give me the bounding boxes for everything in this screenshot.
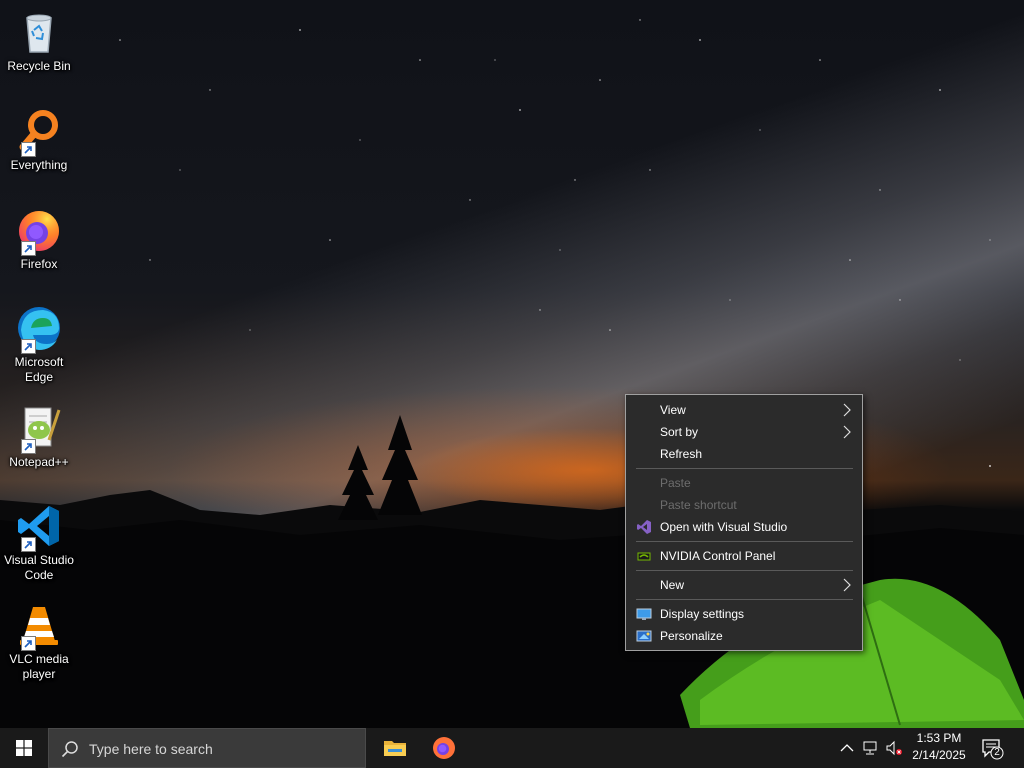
action-center-button[interactable]: 2 — [980, 736, 1004, 760]
desktop-icon-visual-studio-code[interactable]: Visual Studio Code — [0, 502, 78, 583]
taskbar-firefox[interactable] — [420, 728, 468, 768]
menu-item-personalize[interactable]: Personalize — [627, 625, 861, 647]
menu-item-paste-shortcut[interactable]: Paste shortcut — [627, 494, 861, 516]
volume-muted-icon[interactable] — [886, 740, 902, 756]
menu-item-label: Open with Visual Studio — [660, 520, 788, 534]
personalize-icon — [636, 628, 652, 644]
search-icon — [61, 741, 78, 758]
taskbar: Type here to search 1:53 PM 2/14/2025 2 — [0, 728, 1024, 768]
shortcut-arrow-icon — [21, 537, 36, 552]
menu-item-refresh[interactable]: Refresh — [627, 443, 861, 465]
desktop-icon-label: Notepad++ — [9, 455, 69, 469]
nvidia-icon — [636, 548, 652, 564]
desktop-icon-label: Microsoft Edge — [14, 355, 64, 384]
shortcut-arrow-icon — [21, 241, 36, 256]
visual-studio-icon — [636, 519, 652, 535]
firefox-icon — [15, 206, 63, 256]
file-explorer-icon — [384, 741, 406, 756]
desktop-icon-label: Everything — [10, 158, 68, 172]
menu-item-sort-by[interactable]: Sort by — [627, 421, 861, 443]
menu-item-label: Paste — [660, 476, 691, 490]
show-hidden-icons-chevron-up-icon[interactable] — [839, 740, 855, 756]
chevron-right-icon — [843, 403, 851, 417]
menu-separator — [636, 570, 853, 571]
network-icon[interactable] — [863, 740, 879, 756]
edge-icon — [15, 304, 63, 354]
menu-item-view[interactable]: View — [627, 399, 861, 421]
desktop-icon-recycle-bin[interactable]: Recycle Bin — [0, 8, 78, 74]
desktop-icon-notepad-plus-plus[interactable]: Notepad++ — [0, 404, 78, 470]
desktop-icon-label: Visual Studio Code — [4, 553, 74, 582]
notepadpp-icon — [15, 404, 63, 454]
desktop-icon-firefox[interactable]: Firefox — [0, 206, 78, 272]
menu-item-label: Refresh — [660, 447, 703, 461]
desktop-icon-label: Recycle Bin — [7, 59, 71, 73]
chevron-right-icon — [843, 425, 851, 439]
shortcut-arrow-icon — [21, 636, 36, 651]
windows-logo-icon — [16, 740, 32, 756]
menu-item-display-settings[interactable]: Display settings — [627, 603, 861, 625]
menu-item-paste[interactable]: Paste — [627, 472, 861, 494]
menu-item-label: Display settings — [660, 607, 745, 621]
desktop-icon-label: VLC media player — [9, 652, 69, 681]
vlc-icon — [15, 601, 63, 651]
clock-time: 1:53 PM — [916, 731, 962, 745]
firefox-icon — [433, 737, 455, 759]
menu-item-label: Personalize — [660, 629, 723, 643]
menu-item-label: New — [660, 578, 685, 592]
start-button[interactable] — [0, 728, 48, 768]
menu-item-label: NVIDIA Control Panel — [660, 549, 776, 563]
menu-separator — [636, 599, 853, 600]
chevron-right-icon — [843, 578, 851, 592]
desktop-icon-everything[interactable]: Everything — [0, 107, 78, 173]
recycle-bin-icon — [15, 8, 63, 56]
desktop-icon-label: Firefox — [20, 257, 58, 271]
taskbar-search-box[interactable]: Type here to search — [48, 728, 366, 768]
shortcut-arrow-icon — [21, 339, 36, 354]
taskbar-clock[interactable]: 1:53 PM 2/14/2025 — [904, 730, 974, 764]
desktop-context-menu: View Sort by Refresh Paste Paste shortcu… — [625, 394, 863, 651]
desktop-icon-vlc-media-player[interactable]: VLC media player — [0, 601, 78, 682]
menu-item-label: View — [660, 403, 686, 417]
menu-item-label: Sort by — [660, 425, 699, 439]
display-icon — [636, 606, 652, 622]
vscode-icon — [15, 502, 63, 552]
menu-separator — [636, 541, 853, 542]
menu-item-nvidia-control-panel[interactable]: NVIDIA Control Panel — [627, 545, 861, 567]
shortcut-arrow-icon — [21, 142, 36, 157]
shortcut-arrow-icon — [21, 439, 36, 454]
notification-count-badge: 2 — [994, 747, 1000, 758]
clock-date: 2/14/2025 — [912, 748, 966, 762]
search-placeholder: Type here to search — [89, 741, 213, 757]
menu-item-label: Paste shortcut — [660, 498, 737, 512]
menu-separator — [636, 468, 853, 469]
mountain-silhouette — [0, 415, 1024, 728]
menu-item-open-with-visual-studio[interactable]: Open with Visual Studio — [627, 516, 861, 538]
everything-search-icon — [15, 107, 63, 157]
desktop-icon-microsoft-edge[interactable]: Microsoft Edge — [0, 304, 78, 385]
menu-item-new[interactable]: New — [627, 574, 861, 596]
taskbar-file-explorer[interactable] — [371, 728, 419, 768]
